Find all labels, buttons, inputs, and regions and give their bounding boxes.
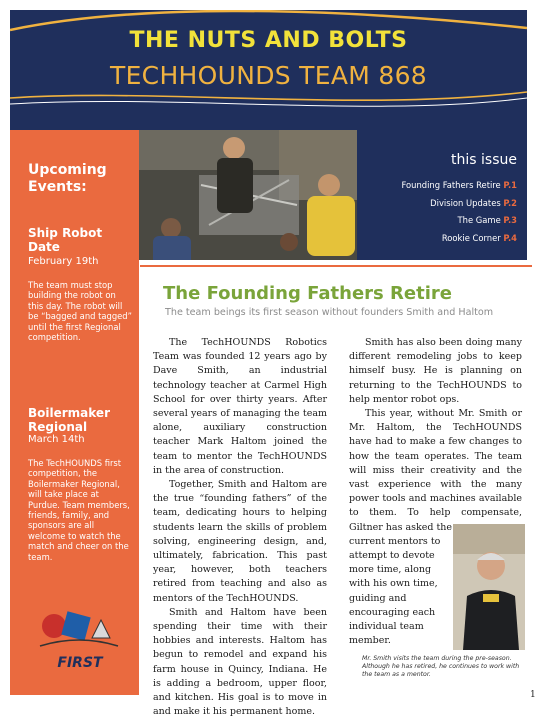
- masthead: THE NUTS AND BOLTS TECHHOUNDS TEAM 868: [10, 10, 527, 130]
- article-headline: The Founding Fathers Retire: [163, 283, 452, 304]
- this-issue-heading: this issue: [451, 152, 517, 168]
- event-title: Boilermaker Regional: [28, 406, 110, 434]
- toc-item-page: P.2: [503, 198, 517, 208]
- article-paragraph-wrap: current mentors to attempt to devote mor…: [349, 535, 441, 647]
- article-paragraph: Smith and Haltom have been spending thei…: [153, 606, 327, 718]
- mentor-photo: [453, 524, 525, 650]
- toc-item[interactable]: Founding Fathers Retire P.1: [402, 180, 517, 190]
- article-paragraph: The TechHOUNDS Robotics Team was founded…: [153, 337, 327, 476]
- event-description: The TechHOUNDS first competition, the Bo…: [28, 458, 130, 562]
- section-divider: [140, 265, 532, 267]
- event-title: Ship Robot Date: [28, 226, 103, 254]
- toc-item-label: Rookie Corner: [441, 233, 501, 243]
- toc-item-page: P.4: [503, 233, 517, 243]
- team-photo: [139, 130, 357, 260]
- upcoming-events-sidebar: Upcoming Events: Ship Robot Date Februar…: [10, 130, 139, 695]
- newsletter-title: THE NUTS AND BOLTS: [129, 28, 408, 53]
- first-logo-text: FIRST: [57, 655, 104, 671]
- toc-item[interactable]: Rookie Corner P.4: [442, 233, 517, 243]
- toc-item-page: P.3: [503, 215, 517, 225]
- toc-item-label: Division Updates: [430, 198, 501, 208]
- article-paragraph: Together, Smith and Haltom are the true …: [153, 479, 327, 604]
- event-date: February 19th: [28, 256, 99, 267]
- article-column-1: The TechHOUNDS Robotics Team was founded…: [153, 336, 327, 719]
- toc-item-label: The Game: [457, 215, 501, 225]
- page-number: 1: [530, 690, 536, 700]
- first-logo: FIRST: [39, 611, 119, 671]
- upcoming-events-heading: Upcoming Events:: [28, 162, 107, 195]
- event-description: The team must stop building the robot on…: [28, 280, 132, 343]
- toc-item[interactable]: The Game P.3: [458, 215, 517, 225]
- team-name: TECHHOUNDS TEAM 868: [110, 61, 427, 90]
- article-paragraph: Smith has also been doing many different…: [349, 337, 522, 405]
- article-subheadline: The team beings its first season without…: [165, 307, 494, 318]
- photo-caption: Mr. Smith visits the team during the pre…: [362, 655, 520, 678]
- event-date: March 14th: [28, 434, 85, 445]
- toc-item-label: Founding Fathers Retire: [401, 180, 501, 190]
- article-paragraph: This year, without Mr. Smith or Mr. Halt…: [349, 408, 522, 533]
- toc-item[interactable]: Division Updates P.2: [430, 198, 517, 208]
- in-this-issue-panel: this issue Founding Fathers Retire P.1 D…: [357, 130, 527, 260]
- toc-item-page: P.1: [503, 180, 517, 190]
